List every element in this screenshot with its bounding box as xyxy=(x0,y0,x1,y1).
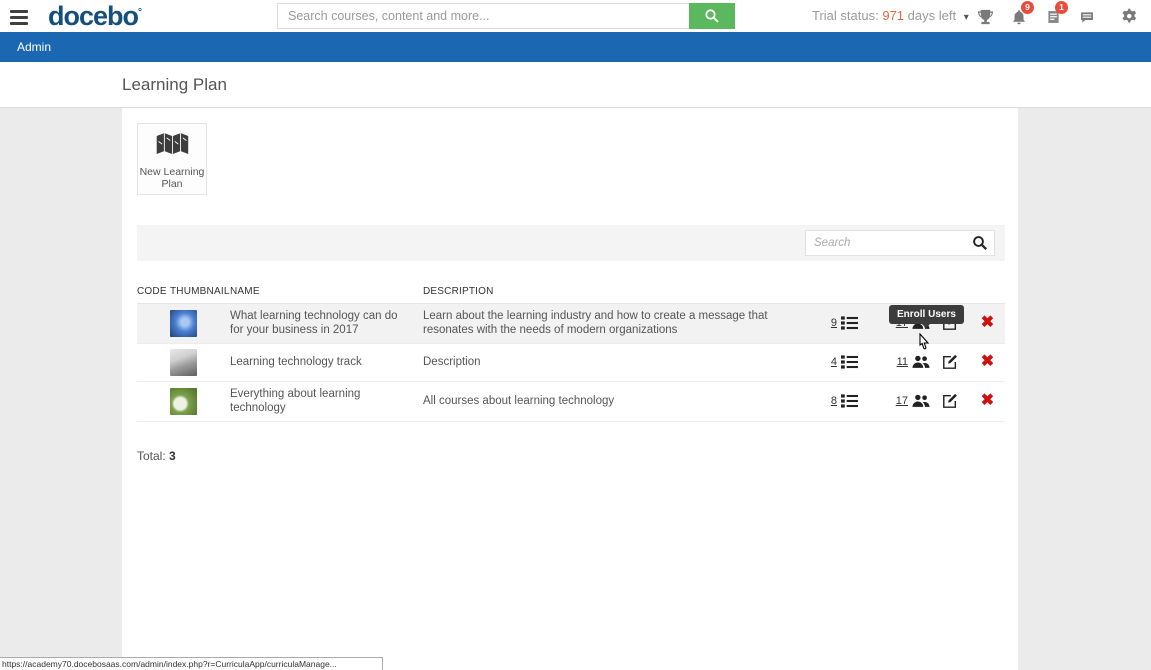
course-list-icon[interactable] xyxy=(841,355,858,369)
plan-thumbnail xyxy=(170,388,197,415)
admin-bar: Admin xyxy=(0,32,1151,62)
chat-icon xyxy=(1078,9,1096,26)
logo-mark: ° xyxy=(138,7,141,18)
course-list-icon[interactable] xyxy=(841,394,858,408)
notifications-button[interactable]: 9 xyxy=(1002,5,1036,29)
table-search xyxy=(805,230,995,256)
delete-plan-button[interactable]: ✖ xyxy=(981,393,994,409)
users-icon[interactable] xyxy=(912,394,930,408)
col-header-thumbnail: THUMBNAIL xyxy=(170,286,230,297)
global-search-input[interactable] xyxy=(277,3,689,29)
global-search xyxy=(277,3,735,29)
enroll-users-tooltip: Enroll Users xyxy=(889,305,964,324)
assigned-courses-link[interactable]: 4 xyxy=(783,355,858,369)
delete-plan-button[interactable]: ✖ xyxy=(981,315,994,331)
enroll-users-link[interactable]: 11 xyxy=(858,355,930,369)
new-learning-plan-button[interactable]: New Learning Plan xyxy=(137,123,207,195)
table-row: What learning technology can do for your… xyxy=(137,304,1005,344)
plan-description: All courses about learning technology xyxy=(423,394,783,408)
learning-plan-icon xyxy=(138,132,206,163)
global-search-button[interactable] xyxy=(689,3,735,29)
trial-status-dropdown[interactable]: Trial status: 971 days left ▾ xyxy=(812,8,969,23)
browser-status-bar: https://academy70.docebosaas.com/admin/i… xyxy=(0,657,383,670)
delete-plan-button[interactable]: ✖ xyxy=(981,354,994,370)
plan-thumbnail xyxy=(170,349,197,376)
notifications-badge: 9 xyxy=(1021,1,1034,14)
search-icon xyxy=(704,8,720,24)
course-list-icon[interactable] xyxy=(841,316,858,330)
docebo-logo[interactable]: docebo° xyxy=(48,1,141,32)
trophy-icon xyxy=(976,8,995,27)
gear-icon xyxy=(1121,7,1139,25)
learning-plans-table: CODE THUMBNAIL NAME DESCRIPTION What lea… xyxy=(137,280,1005,422)
plan-name[interactable]: Everything about learning technology xyxy=(230,387,423,416)
tasks-badge: 1 xyxy=(1055,1,1068,14)
trial-label: Trial status: xyxy=(812,8,879,23)
table-row: Everything about learning technology All… xyxy=(137,382,1005,422)
plan-name[interactable]: What learning technology can do for your… xyxy=(230,309,423,338)
hamburger-menu-icon[interactable] xyxy=(10,7,30,25)
col-header-description: DESCRIPTION xyxy=(423,286,783,297)
table-header-row: CODE THUMBNAIL NAME DESCRIPTION xyxy=(137,280,1005,304)
plan-description: Description xyxy=(423,355,783,369)
users-icon[interactable] xyxy=(912,355,930,369)
search-icon[interactable] xyxy=(972,235,988,251)
table-search-input[interactable] xyxy=(806,231,956,255)
page-header: Learning Plan xyxy=(0,62,1151,108)
edit-icon xyxy=(942,393,958,409)
messages-button[interactable] xyxy=(1070,5,1104,29)
plan-thumbnail xyxy=(170,310,197,337)
col-header-name: NAME xyxy=(230,286,423,297)
plan-name[interactable]: Learning technology track xyxy=(230,355,423,369)
edit-icon xyxy=(942,354,958,370)
content-panel: New Learning Plan CODE THUMBNAIL NAME DE… xyxy=(122,108,1018,670)
col-header-code: CODE xyxy=(137,286,170,297)
page-title: Learning Plan xyxy=(122,75,227,95)
admin-bar-label: Admin xyxy=(17,40,51,54)
top-bar: docebo° Trial status: 971 days left ▾ 9 … xyxy=(0,0,1151,32)
edit-plan-button[interactable] xyxy=(930,393,970,409)
table-row: Learning technology track Description 4 … xyxy=(137,344,1005,382)
trial-days: 971 xyxy=(882,8,904,23)
thumbnail-cell xyxy=(170,349,230,376)
total-count: Total: 3 xyxy=(137,449,176,463)
edit-plan-button[interactable] xyxy=(930,354,970,370)
plan-description: Learn about the learning industry and ho… xyxy=(423,309,783,338)
trial-suffix: days left xyxy=(908,8,956,23)
logo-text: docebo xyxy=(48,1,138,31)
settings-button[interactable] xyxy=(1115,4,1145,28)
new-learning-plan-label: New Learning Plan xyxy=(138,166,206,190)
enroll-users-link[interactable]: 17 xyxy=(858,394,930,408)
thumbnail-cell xyxy=(170,310,230,337)
tasks-button[interactable]: 1 xyxy=(1036,5,1070,29)
assigned-courses-link[interactable]: 9 xyxy=(783,316,858,330)
topbar-icons: 9 1 xyxy=(968,4,1104,30)
filter-band xyxy=(137,225,1005,261)
assigned-courses-link[interactable]: 8 xyxy=(783,394,858,408)
gamification-trophy-button[interactable] xyxy=(968,5,1002,29)
thumbnail-cell xyxy=(170,388,230,415)
